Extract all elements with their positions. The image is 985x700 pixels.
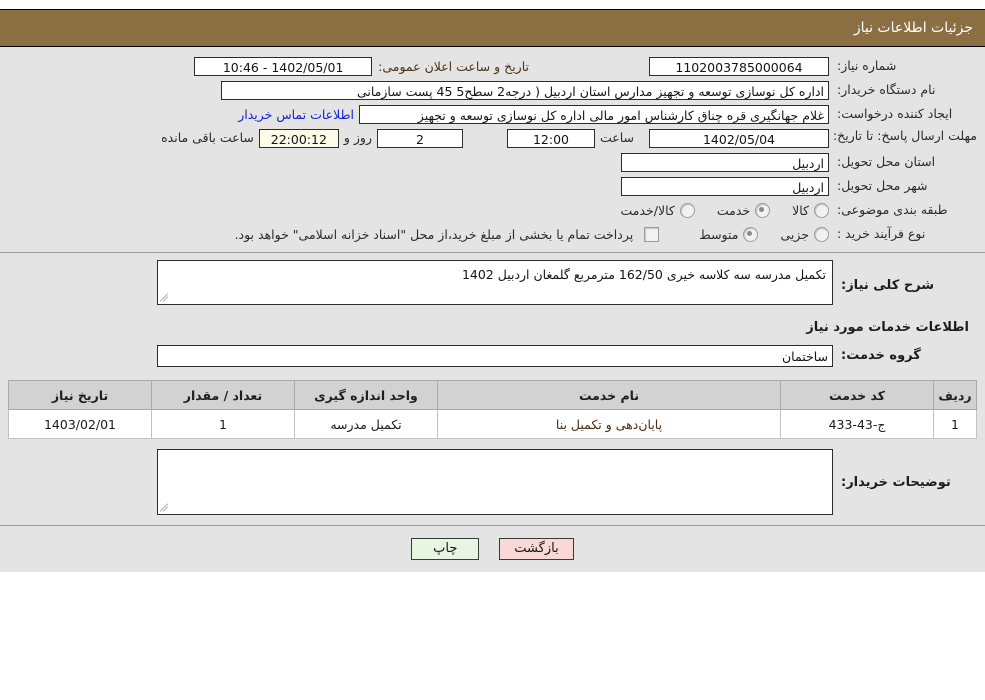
row-deadline: مهلت ارسال پاسخ: تا تاریخ: 1402/05/04 سا… <box>0 128 985 149</box>
buyer-notes-textarea[interactable] <box>157 449 833 515</box>
need-info-panel: شماره نیاز: 1102003785000064 تاریخ و ساع… <box>0 47 985 253</box>
purchase-radio-label-1: متوسط <box>699 227 739 242</box>
remaining-days-value: 2 <box>376 129 463 148</box>
col-quantity: تعداد / مقدار <box>151 380 295 410</box>
delivery-city-label: شهر محل تحویل: <box>837 178 928 194</box>
remaining-time-value: 22:00:12 <box>258 129 339 148</box>
remaining-time-label: ساعت باقی مانده <box>161 130 254 145</box>
cell-code: ج-43-433 <box>780 409 934 439</box>
buyer-notes-row: توضیحات خریدار: <box>8 449 977 515</box>
services-table-wrap: ردیف کد خدمت نام خدمت واحد اندازه گیری ت… <box>0 374 985 447</box>
page-root: جزئیات اطلاعات نیاز شماره نیاز: 11020037… <box>0 9 985 572</box>
deadline-date-value: 1402/05/04 <box>649 129 829 148</box>
row-delivery-city: شهر محل تحویل: اردبیل <box>0 176 985 197</box>
resize-grip-icon-notes <box>159 501 172 513</box>
cell-name: پایان‌دهی و تکمیل بنا <box>437 409 781 439</box>
col-unit: واحد اندازه گیری <box>294 380 438 410</box>
remaining-days-label: روز و <box>343 130 372 145</box>
deadline-label: مهلت ارسال پاسخ: تا تاریخ: <box>832 128 977 143</box>
buyer-notes-label: توضیحات خریدار: <box>841 475 951 490</box>
col-need-date: تاریخ نیاز <box>8 380 152 410</box>
announce-datetime-label: تاریخ و ساعت اعلان عمومی: <box>378 59 529 74</box>
services-section: اطلاعات خدمات مورد نیاز گروه خدمت: ساختم… <box>0 312 985 374</box>
cell-quantity: 1 <box>151 409 295 439</box>
purchase-radio-0[interactable] <box>814 227 829 242</box>
row-category: طبقه بندی موضوعی: کالا خدمت کالا/خدمت <box>0 200 985 221</box>
page-title-bar: جزئیات اطلاعات نیاز <box>0 9 985 47</box>
request-creator-label: ایجاد کننده درخواست: <box>837 106 953 122</box>
summary-section: شرح کلی نیاز: تکمیل مدرسه سه کلاسه خیری … <box>0 253 985 312</box>
purchase-radio-label-0: جزیی <box>780 227 809 242</box>
treasury-bond-note: پرداخت تمام یا بخشی از مبلغ خرید،از محل … <box>234 227 634 242</box>
buyer-org-value: اداره کل نوسازی توسعه و تجهیز مدارس استا… <box>221 81 829 100</box>
announce-datetime-value: 1402/05/01 - 10:46 <box>194 57 373 76</box>
row-purchase-type: نوع فرآیند خرید : جزیی متوسط پرداخت تمام… <box>0 224 985 245</box>
footer-actions: بازگشت چاپ <box>0 525 985 572</box>
request-creator-value: غلام جهانگیری قره چناق کارشناس امور مالی… <box>359 105 829 124</box>
row-buyer-org: نام دستگاه خریدار: اداره کل نوسازی توسعه… <box>0 80 985 101</box>
purchase-type-label: نوع فرآیند خرید : <box>837 226 926 242</box>
buyer-notes-section: توضیحات خریدار: <box>0 447 985 525</box>
row-delivery-province: استان محل تحویل: اردبیل <box>0 152 985 173</box>
page-title: جزئیات اطلاعات نیاز <box>853 20 973 36</box>
services-table: ردیف کد خدمت نام خدمت واحد اندازه گیری ت… <box>8 380 977 439</box>
deadline-hour-label: ساعت <box>599 130 634 145</box>
category-label: طبقه بندی موضوعی: <box>837 202 948 218</box>
category-radio-0[interactable] <box>814 203 829 218</box>
category-radio-group: کالا خدمت کالا/خدمت <box>598 203 829 218</box>
need-number-value: 1102003785000064 <box>649 57 829 76</box>
table-row[interactable]: 1 ج-43-433 پایان‌دهی و تکمیل بنا تکمیل م… <box>8 409 977 439</box>
category-radio-1[interactable] <box>755 203 771 218</box>
delivery-province-value: اردبیل <box>621 153 829 172</box>
delivery-city-value: اردبیل <box>621 177 829 196</box>
col-index: ردیف <box>933 380 977 410</box>
summary-textarea[interactable]: تکمیل مدرسه سه کلاسه خیری 162/50 مترمربع… <box>157 260 833 305</box>
deadline-hour-value: 12:00 <box>506 129 595 148</box>
col-name: نام خدمت <box>437 380 781 410</box>
row-need-number: شماره نیاز: 1102003785000064 تاریخ و ساع… <box>0 56 985 77</box>
table-header-row: ردیف کد خدمت نام خدمت واحد اندازه گیری ت… <box>8 380 977 410</box>
category-radio-2[interactable] <box>679 203 695 218</box>
print-button[interactable]: چاپ <box>411 538 480 560</box>
cell-unit: تکمیل مدرسه <box>294 409 438 439</box>
service-group-row: گروه خدمت: ساختمان <box>8 345 977 367</box>
service-group-value: ساختمان <box>157 345 833 367</box>
row-request-creator: ایجاد کننده درخواست: غلام جهانگیری قره چ… <box>0 104 985 125</box>
back-button[interactable]: بازگشت <box>499 538 574 560</box>
purchase-radio-group: جزیی متوسط <box>659 227 829 242</box>
category-radio-label-0: کالا <box>792 203 809 218</box>
treasury-bond-checkbox[interactable] <box>644 227 660 242</box>
service-group-label: گروه خدمت: <box>841 348 921 363</box>
col-code: کد خدمت <box>780 380 934 410</box>
purchase-radio-1[interactable] <box>743 227 759 242</box>
buyer-org-label: نام دستگاه خریدار: <box>837 82 936 98</box>
category-radio-label-1: خدمت <box>716 203 751 218</box>
summary-label: شرح کلی نیاز: <box>841 278 935 293</box>
delivery-province-label: استان محل تحویل: <box>837 154 936 170</box>
cell-index: 1 <box>933 409 977 439</box>
need-number-label: شماره نیاز: <box>837 58 897 74</box>
category-radio-label-2: کالا/خدمت <box>620 203 675 218</box>
summary-row: شرح کلی نیاز: تکمیل مدرسه سه کلاسه خیری … <box>8 260 977 305</box>
services-heading: اطلاعات خدمات مورد نیاز <box>806 320 969 335</box>
resize-grip-icon <box>159 291 172 303</box>
cell-need-date: 1403/02/01 <box>8 409 152 439</box>
buyer-contact-link[interactable]: اطلاعات تماس خریدار <box>233 107 359 122</box>
